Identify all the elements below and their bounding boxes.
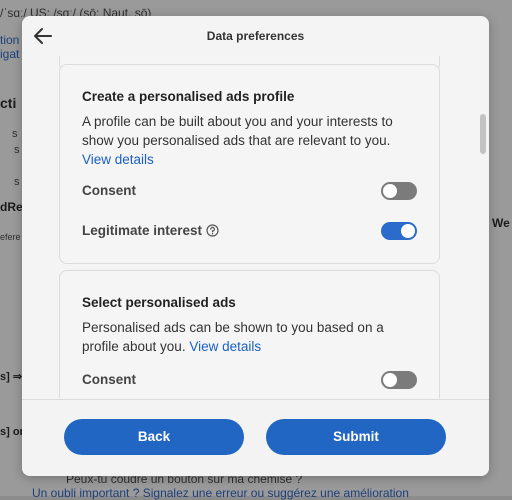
consent-label: Consent bbox=[82, 183, 136, 198]
bg-fragment: s bbox=[14, 144, 20, 156]
select-personalised-ads-card: Select personalised ads Personalised ads… bbox=[59, 270, 440, 398]
view-details-link[interactable]: View details bbox=[82, 152, 154, 167]
bg-fragment: dRe bbox=[0, 200, 23, 214]
toggle-knob bbox=[401, 224, 415, 238]
card-description: A profile can be built about you and you… bbox=[82, 114, 393, 167]
legitimate-interest-label: Legitimate interest bbox=[82, 223, 219, 238]
data-preferences-dialog: Data preferences Create a personalised a… bbox=[22, 16, 489, 476]
card-description: Personalised ads can be shown to you bas… bbox=[82, 320, 384, 354]
help-circle-icon[interactable] bbox=[206, 224, 219, 237]
scrollbar-thumb[interactable] bbox=[480, 114, 486, 154]
consent-label: Consent bbox=[82, 372, 136, 387]
bg-fragment: s bbox=[12, 128, 18, 140]
bg-fragment: efere bbox=[0, 232, 21, 242]
dialog-header: Data preferences bbox=[22, 16, 489, 56]
toggle-knob bbox=[383, 184, 397, 198]
bg-fragment: s] ⇒ bbox=[0, 371, 23, 383]
consent-toggle[interactable] bbox=[381, 371, 417, 389]
back-button[interactable]: Back bbox=[64, 419, 244, 455]
bg-fragment: We bbox=[492, 216, 510, 230]
bg-fragment: cti bbox=[0, 95, 17, 111]
view-details-link[interactable]: View details bbox=[189, 339, 261, 354]
preferences-scroll-area[interactable]: Create a personalised ads profile A prof… bbox=[22, 56, 489, 398]
personalised-ads-profile-card: Create a personalised ads profile A prof… bbox=[59, 64, 440, 264]
legitimate-interest-toggle[interactable] bbox=[381, 222, 417, 240]
scrollbar[interactable] bbox=[480, 60, 486, 396]
bg-fragment: Un oubli important ? Signalez une erreur… bbox=[32, 486, 409, 500]
bg-fragment: s bbox=[14, 176, 20, 188]
dialog-footer: Back Submit bbox=[22, 399, 489, 476]
card-title: Create a personalised ads profile bbox=[82, 89, 295, 104]
submit-button[interactable]: Submit bbox=[266, 419, 446, 455]
toggle-knob bbox=[383, 373, 397, 387]
consent-toggle[interactable] bbox=[381, 182, 417, 200]
dialog-title: Data preferences bbox=[206, 29, 305, 43]
bg-fragment: tion bbox=[0, 33, 20, 47]
bg-fragment: igat bbox=[0, 47, 20, 61]
card-title: Select personalised ads bbox=[82, 295, 236, 310]
bg-fragment: s] or bbox=[0, 426, 24, 438]
